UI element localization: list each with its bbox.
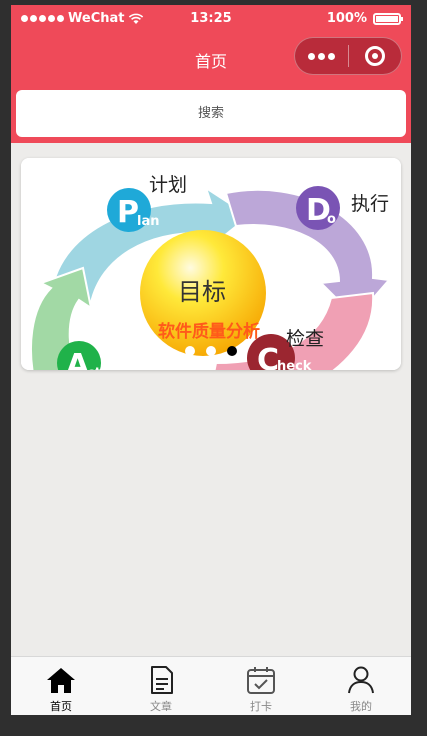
battery-icon	[373, 12, 403, 25]
user-icon	[348, 666, 374, 694]
search-area: 搜索	[11, 83, 411, 143]
pdca-cycle-image: P lan 计划 D o 执行 A ct C heck 检查 目标 软件质量分析	[21, 158, 401, 370]
indicator-dot-active[interactable]	[227, 346, 237, 356]
more-menu-button[interactable]	[295, 52, 348, 60]
app-screen: WeChat 13:25 100% 首页 搜索 P lan 计划 D o 执行 …	[11, 5, 411, 715]
target-icon	[364, 46, 385, 66]
calendar-check-icon	[247, 667, 275, 694]
tab-label: 我的	[350, 700, 372, 713]
battery-percent: 100%	[326, 11, 367, 26]
carousel-indicator	[21, 346, 401, 356]
tab-bar: 首页 文章 打卡 我的	[11, 656, 411, 715]
tab-home[interactable]: 首页	[11, 657, 111, 715]
goal-label: 目标	[178, 278, 226, 306]
home-icon	[47, 668, 75, 693]
indicator-dot[interactable]	[206, 346, 216, 356]
article-icon	[151, 666, 173, 694]
tab-label: 打卡	[250, 700, 272, 713]
status-bar: WeChat 13:25 100%	[11, 5, 411, 35]
banner-carousel[interactable]: P lan 计划 D o 执行 A ct C heck 检查 目标 软件质量分析	[21, 158, 401, 370]
check-letter-rest: heck	[277, 359, 312, 370]
plan-letter-rest: lan	[137, 214, 159, 229]
do-label: 执行	[351, 193, 389, 215]
mini-program-capsule	[294, 37, 402, 75]
subtitle-label: 软件质量分析	[158, 321, 260, 342]
plan-letter: P	[117, 195, 139, 230]
battery-info: 100%	[326, 11, 403, 26]
tab-mine[interactable]: 我的	[311, 657, 411, 715]
tab-label: 首页	[50, 700, 72, 713]
do-letter-rest: o	[327, 212, 336, 227]
tab-checkin[interactable]: 打卡	[211, 657, 311, 715]
indicator-dot[interactable]	[185, 346, 195, 356]
close-mini-program-button[interactable]	[348, 46, 401, 66]
plan-label: 计划	[149, 174, 187, 196]
tab-label: 文章	[150, 700, 172, 713]
act-letter-rest: ct	[87, 366, 101, 370]
tab-article[interactable]: 文章	[111, 657, 211, 715]
search-input[interactable]: 搜索	[16, 90, 406, 137]
navigation-bar: 首页	[11, 35, 411, 83]
